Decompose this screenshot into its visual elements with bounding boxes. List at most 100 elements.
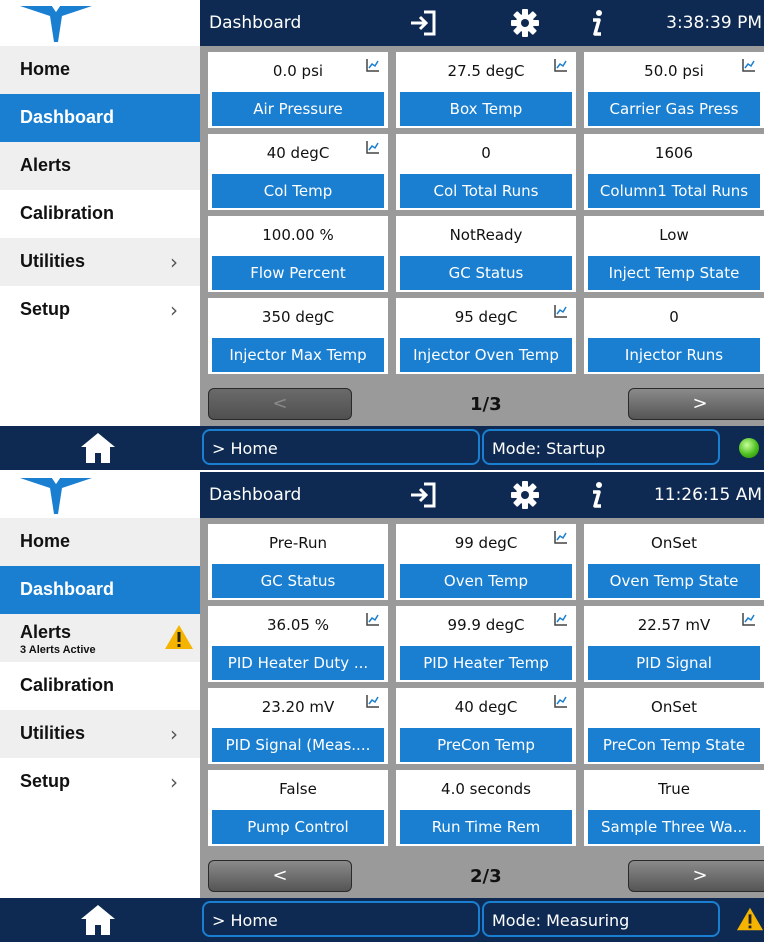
tile-value: 99 degC	[454, 534, 518, 552]
tile-label: PreCon Temp	[400, 728, 572, 762]
dashboard-tile[interactable]: True Sample Three Wa...	[584, 770, 764, 846]
tile-value: OnSet	[651, 698, 697, 716]
chart-icon[interactable]	[366, 612, 380, 626]
home-icon[interactable]	[80, 432, 116, 464]
chart-icon[interactable]	[554, 304, 568, 318]
tile-label: Box Temp	[400, 92, 572, 126]
sidebar-item-label: Calibration	[20, 203, 115, 223]
dashboard-tile[interactable]: 0 Col Total Runs	[396, 134, 576, 210]
chart-icon[interactable]	[742, 58, 756, 72]
sidebar-item-home[interactable]: Home	[0, 46, 200, 94]
sidebar-item-calibration[interactable]: Calibration	[0, 190, 200, 238]
chevron-right-icon: ›	[170, 250, 178, 274]
page-indicator: 1/3	[470, 394, 502, 415]
tile-value: 50.0 psi	[644, 62, 704, 80]
dashboard-tile[interactable]: False Pump Control	[208, 770, 388, 846]
info-icon[interactable]	[582, 480, 612, 510]
tile-value: 4.0 seconds	[441, 780, 531, 798]
sidebar: Home Dashboard Alerts 3 Alerts Active Ca…	[0, 518, 200, 898]
pager: < 1/3 >	[200, 380, 764, 426]
chart-icon[interactable]	[554, 612, 568, 626]
sidebar-item-setup[interactable]: Setup ›	[0, 286, 200, 334]
dashboard-tile[interactable]: 4.0 seconds Run Time Rem	[396, 770, 576, 846]
tile-label: Oven Temp State	[588, 564, 760, 598]
sidebar-item-dashboard[interactable]: Dashboard	[0, 94, 200, 142]
dashboard-tile[interactable]: 0 Injector Runs	[584, 298, 764, 374]
dashboard-tile[interactable]: Low Inject Temp State	[584, 216, 764, 292]
dashboard-tile[interactable]: 40 degC Col Temp	[208, 134, 388, 210]
tile-value: 23.20 mV	[261, 698, 335, 716]
sidebar-item-alerts[interactable]: Alerts	[0, 142, 200, 190]
tile-value: 1606	[654, 144, 694, 162]
dashboard-tile[interactable]: NotReady GC Status	[396, 216, 576, 292]
login-icon[interactable]	[408, 8, 438, 38]
chart-icon[interactable]	[366, 694, 380, 708]
dashboard-tile[interactable]: 1606 Column1 Total Runs	[584, 134, 764, 210]
tile-value: True	[658, 780, 690, 798]
tile-value: 0.0 psi	[272, 62, 324, 80]
dashboard-tile[interactable]: 36.05 % PID Heater Duty ...	[208, 606, 388, 682]
login-icon[interactable]	[408, 480, 438, 510]
dashboard-tile[interactable]: 40 degC PreCon Temp	[396, 688, 576, 764]
dashboard-tile[interactable]: OnSet Oven Temp State	[584, 524, 764, 600]
next-page-button[interactable]: >	[628, 860, 764, 892]
sidebar: Home Dashboard Alerts Calibration Utilit…	[0, 46, 200, 426]
sidebar-item-utilities[interactable]: Utilities ›	[0, 238, 200, 286]
tile-label: Col Total Runs	[400, 174, 572, 208]
bottom-bar: > Home Mode: Measuring	[0, 898, 764, 942]
info-icon[interactable]	[582, 8, 612, 38]
status-ok-icon[interactable]	[739, 438, 759, 458]
tile-value: 0	[481, 144, 491, 162]
tile-value: 27.5 degC	[447, 62, 525, 80]
prev-page-button[interactable]: <	[208, 860, 352, 892]
sidebar-item-alerts[interactable]: Alerts 3 Alerts Active	[0, 614, 200, 662]
dashboard-grid: 0.0 psi Air Pressure 27.5 degC Box Temp …	[200, 46, 764, 380]
dashboard-tile[interactable]: 95 degC Injector Oven Temp	[396, 298, 576, 374]
sidebar-item-utilities[interactable]: Utilities ›	[0, 710, 200, 758]
gear-icon[interactable]	[510, 480, 540, 510]
tile-label: Injector Oven Temp	[400, 338, 572, 372]
sidebar-item-dashboard[interactable]: Dashboard	[0, 566, 200, 614]
sidebar-item-calibration[interactable]: Calibration	[0, 662, 200, 710]
sidebar-item-home[interactable]: Home	[0, 518, 200, 566]
gear-icon[interactable]	[510, 8, 540, 38]
dashboard-tile[interactable]: Pre-Run GC Status	[208, 524, 388, 600]
dashboard-tile[interactable]: 27.5 degC Box Temp	[396, 52, 576, 128]
home-icon[interactable]	[80, 904, 116, 936]
dashboard-tile[interactable]: 0.0 psi Air Pressure	[208, 52, 388, 128]
mode-status: Mode: Startup	[482, 429, 720, 465]
sidebar-item-label: Home	[20, 531, 71, 551]
dashboard-tile[interactable]: 50.0 psi Carrier Gas Press	[584, 52, 764, 128]
dashboard-tile[interactable]: 22.57 mV PID Signal	[584, 606, 764, 682]
dashboard-screen-2: Dashboard 11:26:15 AM Home Dashboard Ale…	[0, 472, 764, 942]
dashboard-tile[interactable]: 350 degC Injector Max Temp	[208, 298, 388, 374]
sidebar-item-label: Setup	[20, 299, 71, 319]
tile-value: 99.9 degC	[447, 616, 525, 634]
tile-value: 40 degC	[454, 698, 518, 716]
dashboard-tile[interactable]: 100.00 % Flow Percent	[208, 216, 388, 292]
logo	[0, 472, 200, 518]
chart-icon[interactable]	[366, 140, 380, 154]
chart-icon[interactable]	[742, 612, 756, 626]
dashboard-tile[interactable]: 23.20 mV PID Signal (Meas....	[208, 688, 388, 764]
breadcrumb[interactable]: > Home	[202, 901, 480, 937]
breadcrumb[interactable]: > Home	[202, 429, 480, 465]
warning-icon[interactable]	[736, 906, 764, 932]
chevron-right-icon: ›	[170, 722, 178, 746]
next-page-button[interactable]: >	[628, 388, 764, 420]
chart-icon[interactable]	[366, 58, 380, 72]
chart-icon[interactable]	[554, 530, 568, 544]
warning-icon	[165, 625, 193, 649]
logo	[0, 0, 200, 46]
dashboard-tile[interactable]: 99.9 degC PID Heater Temp	[396, 606, 576, 682]
dashboard-tile[interactable]: OnSet PreCon Temp State	[584, 688, 764, 764]
prev-page-button[interactable]: <	[208, 388, 352, 420]
sidebar-item-setup[interactable]: Setup ›	[0, 758, 200, 806]
chart-icon[interactable]	[554, 694, 568, 708]
clock-time: 11:26:15 AM	[653, 485, 762, 505]
chart-icon[interactable]	[554, 58, 568, 72]
dashboard-tile[interactable]: 99 degC Oven Temp	[396, 524, 576, 600]
tile-label: Run Time Rem	[400, 810, 572, 844]
clock-time: 3:38:39 PM	[666, 13, 762, 33]
top-bar: Dashboard 11:26:15 AM	[0, 472, 764, 518]
